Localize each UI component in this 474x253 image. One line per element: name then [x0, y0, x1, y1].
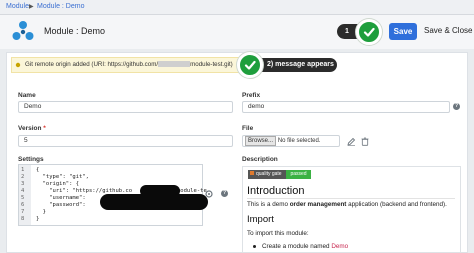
save-and-close-button[interactable]: Save & Close [424, 25, 472, 37]
name-label: Name [18, 92, 36, 99]
breadcrumb-module-link[interactable]: Module [6, 2, 29, 12]
bullet-prefix: Create a module named [262, 243, 332, 250]
trash-icon[interactable] [361, 137, 369, 146]
alert-message: Git remote origin added (URI: https://gi… [25, 60, 233, 69]
settings-label: Settings [18, 156, 44, 163]
version-input[interactable]: 5 [18, 135, 233, 147]
intro-bold: order management [289, 201, 347, 208]
breadcrumb-separator-icon: ▶ [29, 4, 34, 10]
intro-prefix: This is a demo [247, 201, 290, 208]
line-number: 3 [21, 181, 25, 187]
inline-code: Demo [331, 243, 349, 250]
code-line: "username": [36, 195, 86, 201]
line-number: 6 [21, 202, 25, 208]
alert-message-suffix: module-test.git) [190, 61, 233, 68]
line-number: 5 [21, 195, 25, 201]
code-line: } [36, 209, 46, 215]
intro-suffix: application (backend and frontend). [346, 201, 447, 208]
description-heading-import: Import [247, 214, 274, 225]
check-circle-icon [237, 52, 263, 78]
code-line: } [36, 216, 40, 222]
settings-help-icon[interactable]: ? [221, 190, 228, 197]
prefix-help-icon[interactable]: ? [453, 103, 460, 110]
badge-left-text: quality gate [256, 171, 282, 177]
editor-settings-icon[interactable] [205, 190, 213, 198]
step-2-annotation: 2) message appears [255, 58, 337, 72]
redaction-mark [100, 194, 208, 210]
sonar-logo-icon [250, 171, 254, 175]
line-number: 4 [21, 188, 25, 194]
line-number: 7 [21, 209, 25, 215]
list-bullet [253, 245, 256, 248]
description-heading-introduction: Introduction [247, 185, 305, 197]
import-step-item: Create a module named Demo [262, 242, 348, 251]
step-1-label: 1 [345, 28, 349, 35]
required-asterisk: * [43, 125, 46, 132]
version-label-text: Version [18, 125, 42, 132]
code-line: "origin": { [36, 181, 80, 187]
line-number: 1 [21, 167, 25, 173]
heading-divider [247, 198, 455, 199]
code-line: "type": "git", [36, 174, 89, 180]
badge-status: passed [286, 170, 311, 179]
save-button[interactable]: Save [389, 23, 417, 40]
file-label: File [242, 125, 254, 132]
prefix-label: Prefix [242, 92, 261, 99]
check-circle-icon [356, 19, 382, 45]
code-line: "password": [36, 202, 86, 208]
prefix-input[interactable]: demo [242, 101, 450, 113]
quality-gate-badge: quality gate [248, 170, 286, 179]
file-picker[interactable]: Browse... No file selected. [242, 135, 340, 147]
file-status-text: No file selected. [277, 138, 321, 144]
code-line: { [36, 167, 40, 173]
version-label: Version * [18, 124, 46, 133]
alert-message-prefix: Git remote origin added (URI: https://gi… [25, 61, 159, 68]
line-number: 8 [21, 216, 25, 222]
breadcrumb-current-link[interactable]: Module : Demo [37, 2, 84, 12]
line-number: 2 [21, 174, 25, 180]
page-title: Module : Demo [44, 26, 106, 36]
browse-button[interactable]: Browse... [245, 136, 277, 146]
description-label: Description [242, 156, 278, 163]
edit-icon[interactable] [347, 137, 356, 146]
alert-bullet-icon [15, 62, 21, 68]
description-intro-paragraph: This is a demo order management applicat… [247, 200, 447, 209]
step-2-label: 2) message appears [267, 61, 334, 68]
app-logo-icon [12, 21, 34, 40]
description-preview [242, 166, 461, 253]
name-input[interactable]: Demo [18, 101, 233, 113]
import-instructions: To import this module: [247, 230, 309, 237]
redacted-username [158, 61, 191, 67]
